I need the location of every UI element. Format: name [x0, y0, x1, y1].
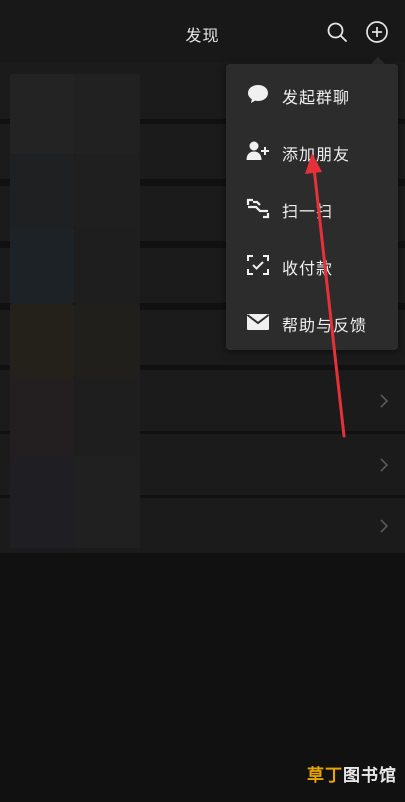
- menu-item-help-feedback[interactable]: 帮助与反馈: [226, 294, 398, 351]
- menu-item-add-friend[interactable]: 添加朋友: [226, 123, 398, 180]
- payment-icon: [247, 255, 269, 275]
- chat-bubble-icon: [248, 85, 268, 103]
- blurred-thumbnail: [10, 228, 74, 304]
- scan-icon: [246, 198, 270, 219]
- menu-item-label: 收付款: [282, 259, 334, 278]
- blurred-thumbnail: [74, 304, 140, 378]
- chevron-right-icon: [380, 394, 389, 408]
- blurred-thumbnail: [74, 456, 140, 548]
- menu-item-label: 扫一扫: [282, 202, 334, 221]
- watermark: 草丁图书馆: [307, 761, 397, 786]
- menu-item-label: 发起群聊: [282, 88, 351, 107]
- chevron-right-icon: [380, 458, 389, 472]
- blurred-thumbnail: [74, 154, 140, 228]
- menu-item-payment[interactable]: 收付款: [226, 237, 398, 294]
- top-bar: 发现: [0, 0, 405, 62]
- blurred-thumbnail: [10, 304, 74, 378]
- search-icon[interactable]: [325, 20, 349, 44]
- blurred-thumbnail: [10, 378, 74, 456]
- plus-dropdown-menu: 发起群聊 添加朋友 扫一扫 收付款 帮助与反馈: [226, 64, 398, 350]
- mail-icon: [246, 314, 270, 330]
- discover-screen: 发现 发起群聊 添加朋友 扫一扫 收付款 帮助与反馈 草丁图书馆: [0, 0, 405, 802]
- add-circle-icon[interactable]: [365, 20, 389, 44]
- menu-item-label: 帮助与反馈: [282, 316, 368, 335]
- chevron-right-icon: [380, 519, 389, 533]
- blurred-thumbnail: [10, 74, 74, 154]
- add-friend-icon: [246, 141, 269, 160]
- blurred-thumbnail: [10, 456, 74, 548]
- blurred-thumbnail: [74, 228, 140, 304]
- blurred-thumbnail: [74, 74, 140, 154]
- menu-item-label: 添加朋友: [282, 145, 351, 164]
- blurred-thumbnail: [10, 154, 74, 228]
- blurred-thumbnail: [74, 378, 140, 456]
- menu-item-scan[interactable]: 扫一扫: [226, 180, 398, 237]
- watermark-part-1: 草丁: [307, 766, 343, 786]
- menu-item-group-chat[interactable]: 发起群聊: [226, 66, 398, 123]
- watermark-part-2: 图书馆: [343, 766, 397, 786]
